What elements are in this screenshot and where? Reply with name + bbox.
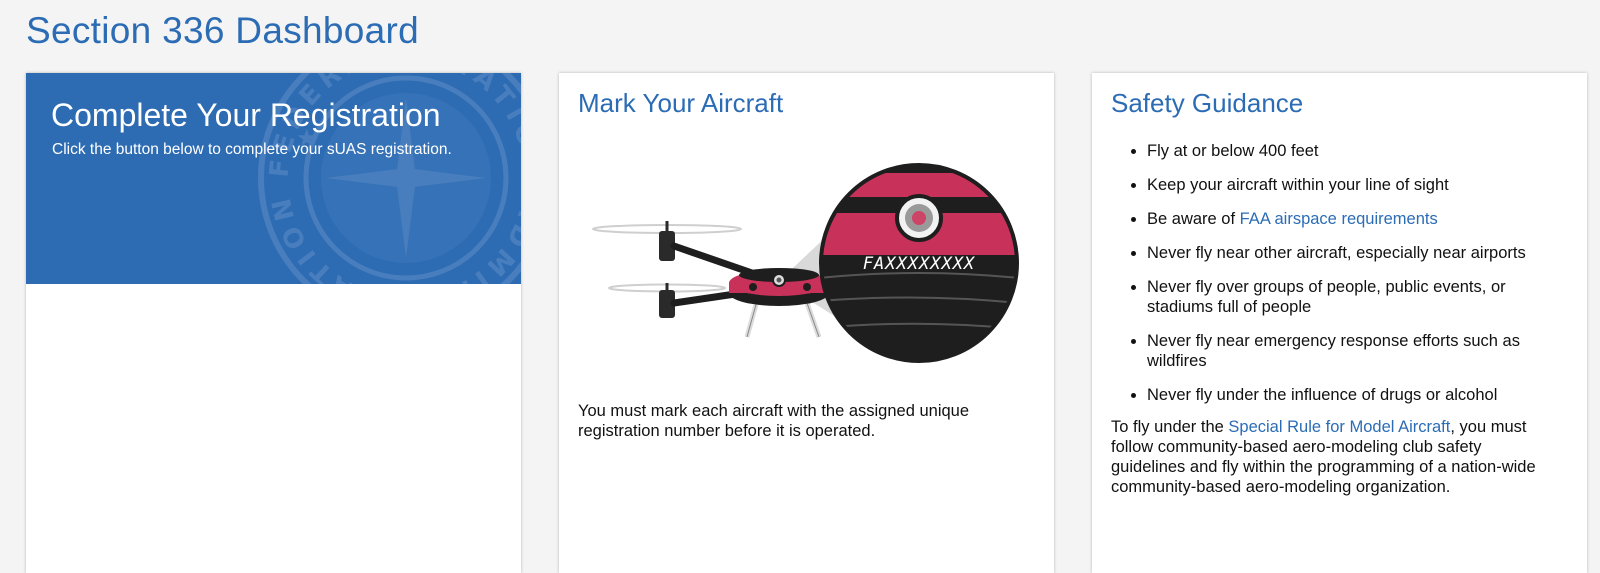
safety-footer-text: To fly under the Special Rule for Model …: [1111, 417, 1556, 497]
list-item-text: Never fly near emergency response effort…: [1147, 332, 1520, 370]
list-item-text: Keep your aircraft within your line of s…: [1147, 176, 1449, 194]
mark-aircraft-title: Mark Your Aircraft: [578, 88, 784, 118]
list-item: Never fly near emergency response effort…: [1147, 331, 1571, 371]
list-item: Never fly near other aircraft, especiall…: [1147, 243, 1571, 263]
special-rule-model-aircraft-link[interactable]: Special Rule for Model Aircraft: [1228, 418, 1450, 436]
mark-aircraft-description: You must mark each aircraft with the ass…: [578, 402, 970, 440]
registration-title: Complete Your Registration: [51, 97, 441, 133]
list-item-text: Be aware of: [1147, 210, 1240, 228]
list-item-text: Never fly near other aircraft, especiall…: [1147, 244, 1526, 262]
footer-text-before: To fly under the: [1111, 418, 1229, 436]
safety-guidance-card: Safety Guidance Fly at or below 400 feet…: [1092, 73, 1587, 573]
safety-guidance-title: Safety Guidance: [1111, 88, 1304, 118]
list-item: Never fly under the influence of drugs o…: [1147, 385, 1571, 405]
list-item-text: Never fly under the influence of drugs o…: [1147, 386, 1498, 404]
registration-number-example: FAXXXXXXXX: [863, 254, 976, 274]
drone-marking-illustration: FAXXXXXXXX: [592, 163, 1019, 363]
registration-subtitle: Click the button below to complete your …: [52, 141, 452, 158]
list-item: Never fly over groups of people, public …: [1147, 277, 1571, 317]
list-item: Keep your aircraft within your line of s…: [1147, 175, 1571, 195]
safety-guidance-list: Fly at or below 400 feet Keep your aircr…: [1111, 141, 1571, 419]
list-item: Fly at or below 400 feet: [1147, 141, 1571, 161]
registration-card: FEDERAL AVIATION ADMINISTRATION ★ Comple…: [26, 73, 521, 573]
list-item-text: Fly at or below 400 feet: [1147, 142, 1319, 160]
page-title: Section 336 Dashboard: [26, 10, 420, 51]
mark-aircraft-card: Mark Your Aircraft FAXXXXXXXX You must m…: [559, 73, 1054, 573]
list-item-text: Never fly over groups of people, public …: [1147, 278, 1506, 316]
list-item: Be aware of FAA airspace requirements: [1147, 209, 1571, 229]
faa-airspace-requirements-link[interactable]: FAA airspace requirements: [1240, 210, 1438, 228]
registration-banner: FEDERAL AVIATION ADMINISTRATION ★ Comple…: [26, 73, 521, 284]
